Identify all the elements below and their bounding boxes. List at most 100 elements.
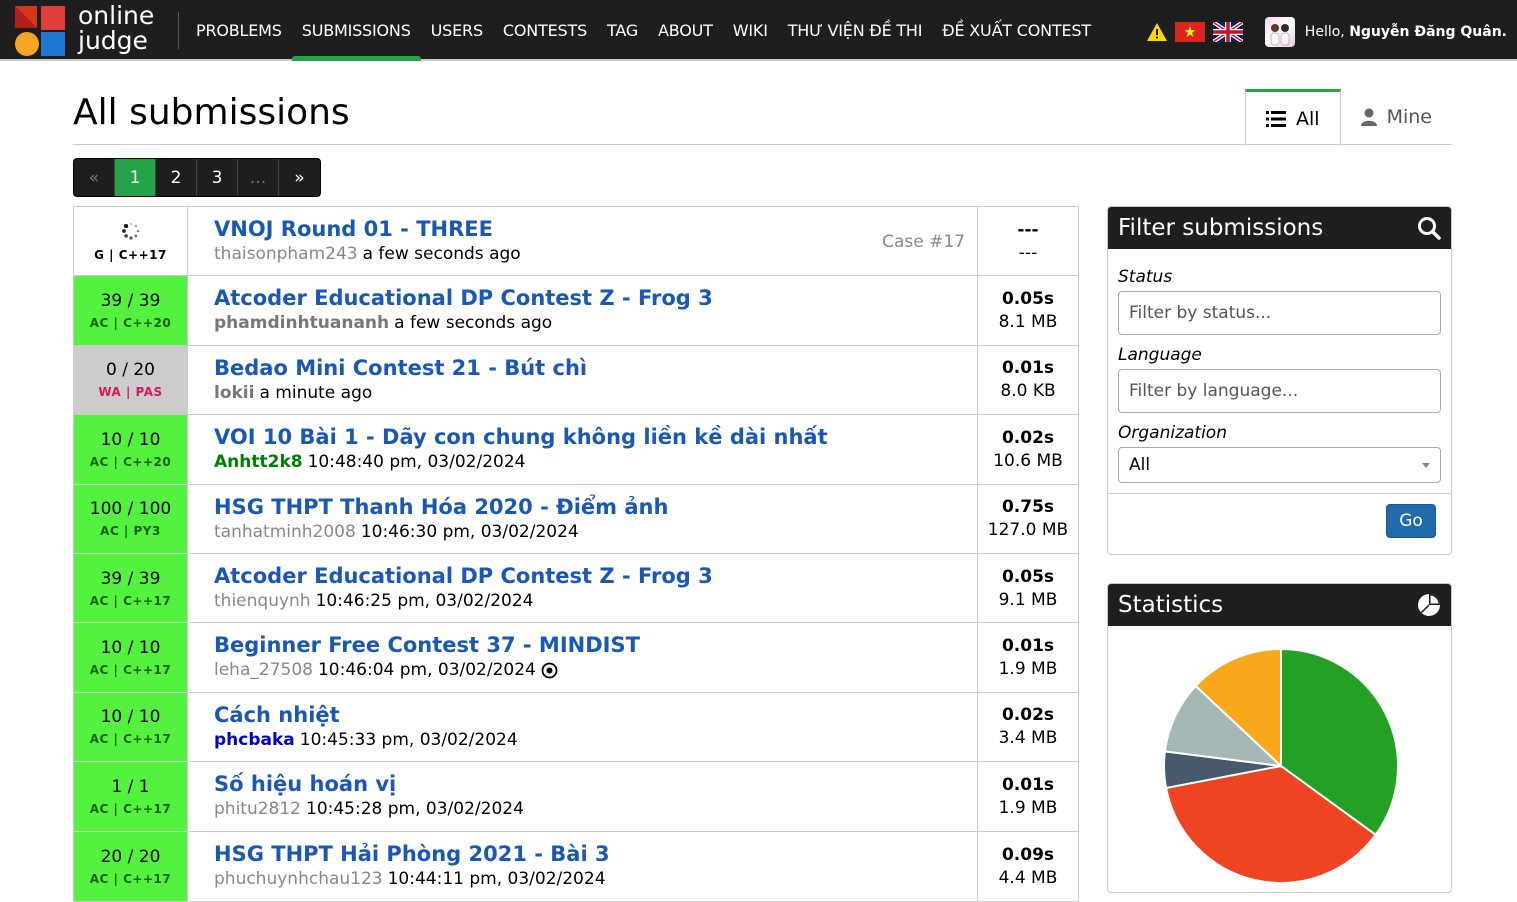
problem-link[interactable]: Beginner Free Contest 37 - MINDIST <box>214 633 965 657</box>
submission-state[interactable]: 1 / 1 AC | C++17 <box>74 762 188 831</box>
pagination-page-2[interactable]: 2 <box>156 159 197 196</box>
status-filter-label: Status <box>1118 267 1173 287</box>
warning-icon[interactable] <box>1146 23 1167 41</box>
submission-info: Bedao Mini Contest 21 - Bút chì lokii a mi… <box>188 345 978 415</box>
user-link[interactable]: tanhatminh2008 <box>214 522 356 542</box>
problem-link[interactable]: Bedao Mini Contest 21 - Bút chì <box>214 356 965 380</box>
problem-link[interactable]: Atcoder Educational DP Contest Z - Frog … <box>214 286 965 310</box>
submission-info: Atcoder Educational DP Contest Z - Frog … <box>188 553 978 623</box>
language-filter-input[interactable]: Filter by language... <box>1118 369 1441 413</box>
submission-state[interactable]: 20 / 20 AC | C++17 <box>74 831 188 901</box>
filter-actions: Go <box>1108 493 1451 553</box>
user-link[interactable]: phamdinhtuananh <box>214 313 389 333</box>
submission-state[interactable]: 10 / 10 AC | C++20 <box>74 415 188 484</box>
nav-item-about[interactable]: ABOUT <box>648 0 723 61</box>
execution-time: 0.01s <box>1001 358 1055 379</box>
submission-state[interactable]: 39 / 39 AC | C++17 <box>74 553 188 623</box>
problem-link[interactable]: HSG THPT Hải Phòng 2021 - Bài 3 <box>214 842 965 866</box>
go-button[interactable]: Go <box>1386 504 1436 538</box>
submission-resources: 0.01s 1.9 MB <box>978 623 1078 691</box>
submission-status: AC | C++17 <box>89 801 172 816</box>
submission-resources: 0.75s 127.0 MB <box>978 485 1078 553</box>
problem-link[interactable]: HSG THPT Thanh Hóa 2020 - Điểm ảnh <box>214 495 965 519</box>
submission-state[interactable]: 0 / 20 WA | PAS <box>74 345 188 415</box>
organization-select[interactable]: All <box>1118 447 1441 483</box>
nav-item-tag[interactable]: TAG <box>597 0 648 61</box>
submission-state[interactable]: 10 / 10 AC | C++17 <box>74 692 188 762</box>
submissions-list: G | C++17 VNOJ Round 01 - THREE thaisonpha… <box>73 206 1079 902</box>
submission-resources: 0.05s 8.1 MB <box>978 276 1078 344</box>
memory-usage: 1.9 MB <box>998 659 1058 680</box>
submission-info: Beginner Free Contest 37 - MINDIST leha_2… <box>188 623 978 692</box>
pagination-page-3[interactable]: 3 <box>197 159 238 196</box>
submission-meta: Anhtt2k8 10:48:40 pm, 03/02/2024 <box>214 452 965 472</box>
tab-all-label: All <box>1296 107 1320 130</box>
chevron-down-icon <box>1422 462 1430 468</box>
submission-info: VNOJ Round 01 - THREE thaisonpham243 a few… <box>188 207 978 276</box>
submission-info: Số hiệu hoán vị phitu2812 10:45:28 pm, 03/… <box>188 762 978 831</box>
nav-item-problems[interactable]: PROBLEMS <box>186 0 292 61</box>
pagination-page-1[interactable]: 1 <box>115 159 156 196</box>
logo-text[interactable]: online judge <box>78 3 154 53</box>
execution-time: 0.09s <box>1001 844 1055 865</box>
user-link[interactable]: leha_27508 <box>214 660 313 680</box>
execution-time: 0.05s <box>1001 566 1055 587</box>
problem-link[interactable]: Cách nhiệt <box>214 703 965 727</box>
vietnam-flag-icon[interactable] <box>1174 22 1205 42</box>
submission-state[interactable]: G | C++17 <box>74 207 188 276</box>
tab-mine[interactable]: Mine <box>1341 89 1452 145</box>
grading-case: Case #17 <box>882 232 965 252</box>
user-greeting[interactable]: Hello, Nguyễn Đăng Quân. <box>1305 24 1507 40</box>
pie-chart-icon[interactable] <box>1417 593 1441 617</box>
nav-item-wiki[interactable]: WIKI <box>723 0 778 61</box>
pagination-prev[interactable]: « <box>74 159 115 196</box>
memory-usage: 4.4 MB <box>998 867 1058 888</box>
user-link[interactable]: phcbaka <box>214 730 295 750</box>
problem-link[interactable]: VOI 10 Bài 1 - Dãy con chung không liền … <box>214 425 965 449</box>
nav-item-xu-t-contest[interactable]: ĐỀ XUẤT CONTEST <box>932 0 1101 61</box>
memory-usage: 8.0 KB <box>1000 381 1056 402</box>
user-link[interactable]: thaisonpham243 <box>214 244 358 264</box>
nav-item-th-vi-n-thi[interactable]: THƯ VIỆN ĐỀ THI <box>778 0 933 61</box>
language-filter-label: Language <box>1118 345 1202 365</box>
submission-meta: thienquynh 10:46:25 pm, 03/02/2024 <box>214 591 965 611</box>
statistics-panel: Statistics <box>1107 583 1452 893</box>
user-link[interactable]: Anhtt2k8 <box>214 452 303 472</box>
submission-meta: phitu2812 10:45:28 pm, 03/02/2024 <box>214 799 965 819</box>
pagination-next[interactable]: » <box>279 159 320 196</box>
problem-link[interactable]: VNOJ Round 01 - THREE <box>214 217 965 241</box>
submission-resources: 0.01s 8.0 KB <box>978 346 1078 414</box>
submission-status: AC | PY3 <box>100 524 161 539</box>
execution-time: 0.75s <box>1001 497 1055 518</box>
submission-state[interactable]: 39 / 39 AC | C++20 <box>74 276 188 345</box>
submission-score: 10 / 10 <box>100 429 161 450</box>
oj-logo-icon[interactable] <box>15 6 65 56</box>
uk-flag-icon[interactable] <box>1212 22 1243 42</box>
nav-item-users[interactable]: USERS <box>421 0 493 61</box>
tab-all[interactable]: All <box>1245 89 1341 146</box>
submission-time: 10:48:40 pm, 03/02/2024 <box>307 452 526 473</box>
tab-mine-label: Mine <box>1386 106 1432 128</box>
search-icon[interactable] <box>1417 216 1441 240</box>
problem-link[interactable]: Số hiệu hoán vị <box>214 772 965 796</box>
submission-row: G | C++17 VNOJ Round 01 - THREE thaisonpha… <box>74 207 1078 277</box>
submission-status: AC | C++20 <box>89 316 172 331</box>
nav-item-submissions[interactable]: SUBMISSIONS <box>291 0 421 61</box>
submission-score: 0 / 20 <box>106 360 155 381</box>
submission-score: 1 / 1 <box>111 776 150 797</box>
nav-item-contests[interactable]: CONTESTS <box>493 0 597 61</box>
filter-title: Filter submissions <box>1118 215 1324 241</box>
status-filter-input[interactable]: Filter by status... <box>1118 291 1441 335</box>
submission-state[interactable]: 10 / 10 AC | C++17 <box>74 623 188 692</box>
avatar[interactable] <box>1264 17 1295 47</box>
submission-resources: 0.01s 1.9 MB <box>978 762 1078 830</box>
nav-menu: PROBLEMS SUBMISSIONS USERS CONTESTS TAG ABOUT… <box>186 0 1101 61</box>
submission-info: HSG THPT Thanh Hóa 2020 - Điểm ảnh tanhat… <box>188 484 978 553</box>
user-link[interactable]: phitu2812 <box>214 799 301 819</box>
user-link[interactable]: lokii <box>214 383 254 403</box>
submission-state[interactable]: 100 / 100 AC | PY3 <box>74 484 188 553</box>
submission-score: 20 / 20 <box>100 846 161 867</box>
user-link[interactable]: thienquynh <box>214 591 311 611</box>
submission-row: 10 / 10 AC | C++20 VOI 10 Bài 1 - Dãy con … <box>74 415 1078 485</box>
problem-link[interactable]: Atcoder Educational DP Contest Z - Frog … <box>214 564 965 588</box>
